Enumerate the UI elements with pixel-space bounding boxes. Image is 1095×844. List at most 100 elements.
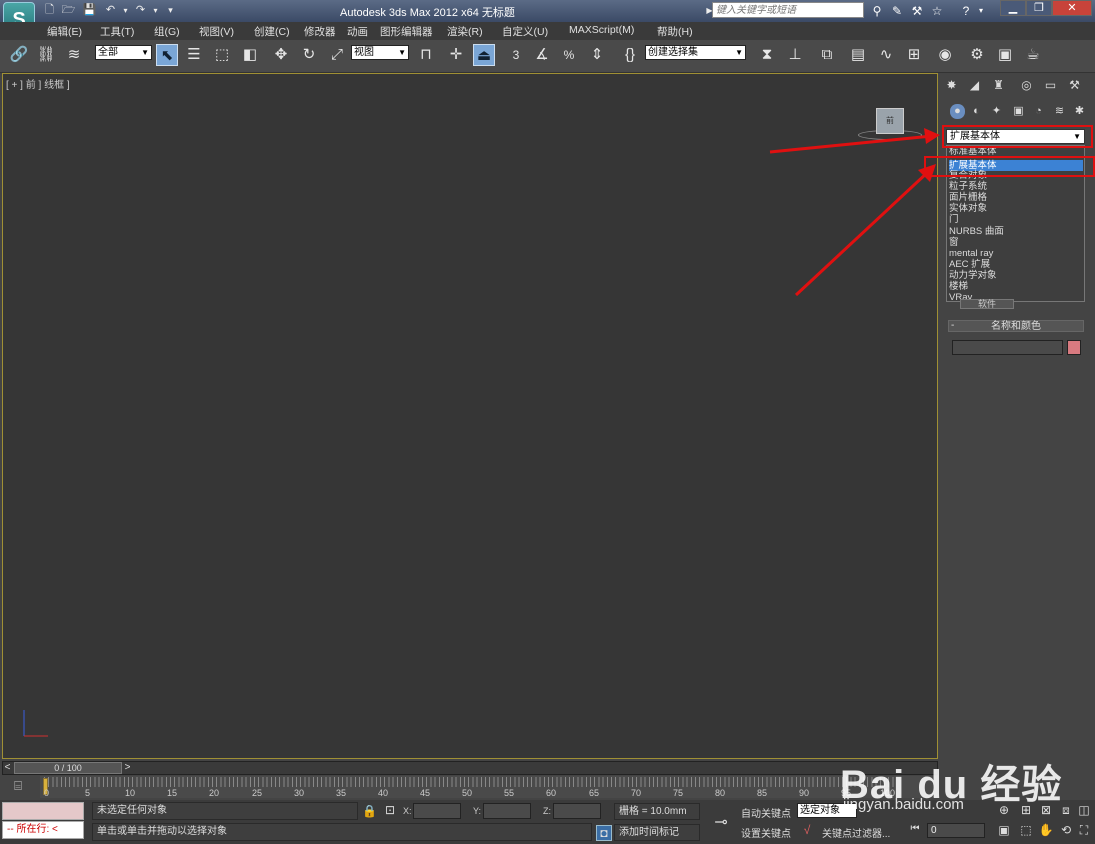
subscription-icon[interactable]: ⚒ [909, 3, 925, 19]
current-frame-input[interactable]: 0 [927, 823, 985, 838]
time-slider-thumb[interactable]: 0 / 100 [14, 762, 122, 774]
help-dropdown-icon[interactable]: ▾ [973, 3, 989, 19]
hierarchy-tab-icon[interactable]: ♜ [990, 77, 1007, 94]
menu-animation[interactable]: 动画 [347, 24, 368, 39]
open-file-icon[interactable]: 🗁 [61, 3, 76, 18]
absolute-mode-icon[interactable]: ⊡ [383, 803, 397, 817]
time-slider[interactable] [2, 761, 938, 775]
align-icon[interactable]: ⊥ [784, 44, 806, 66]
undo-dropdown-icon[interactable]: ▾ [118, 3, 133, 18]
modify-tab-icon[interactable]: ◢ [966, 77, 983, 94]
space-warps-icon[interactable]: ≋ [1052, 104, 1067, 119]
time-tag-icon[interactable]: ◘ [596, 825, 612, 841]
selection-filter-select[interactable]: 全部 ▼ [95, 45, 152, 60]
z-coordinate-input[interactable] [553, 803, 601, 819]
bind-space-warp-icon[interactable]: ≋ [63, 44, 85, 66]
create-tab-icon[interactable]: ✸ [943, 77, 960, 94]
mirror-icon[interactable]: ⧗ [756, 44, 778, 66]
snaps-toggle-icon[interactable]: 3 [505, 44, 527, 66]
set-key-button[interactable]: 设置关键点 [741, 825, 791, 840]
dropdown-item[interactable]: mental ray [949, 248, 1083, 259]
y-coordinate-input[interactable] [483, 803, 531, 819]
dropdown-item[interactable]: NURBS 曲面 [949, 226, 1083, 237]
maximize-viewport-icon[interactable]: ⛶ [1076, 823, 1092, 838]
geometry-icon[interactable]: ● [950, 104, 965, 119]
close-icon[interactable]: ✕ [1052, 0, 1092, 16]
display-tab-icon[interactable]: ▭ [1042, 77, 1059, 94]
angle-snap-icon[interactable]: ∡ [531, 44, 553, 66]
dropdown-item[interactable]: 面片栅格 [949, 192, 1083, 203]
edit-named-selection-icon[interactable]: {} [619, 44, 641, 66]
systems-icon[interactable]: ✱ [1072, 104, 1087, 119]
redo-icon[interactable]: ↷ [133, 3, 148, 18]
minimize-icon[interactable]: ▁ [1000, 0, 1026, 16]
time-slider-next-icon[interactable]: > [123, 762, 132, 774]
select-and-move-icon[interactable]: ✥ [270, 44, 292, 66]
curve-editor-icon[interactable]: ∿ [875, 44, 897, 66]
go-to-start-icon[interactable]: ⏮ [907, 823, 923, 834]
dropdown-item[interactable]: 门 [949, 214, 1083, 225]
favorites-icon[interactable]: ☆ [929, 3, 945, 19]
menu-help[interactable]: 帮助(H) [657, 24, 693, 39]
percent-snap-icon[interactable]: % [558, 44, 580, 66]
dropdown-item[interactable]: AEC 扩展 [949, 259, 1083, 270]
add-time-tag-button[interactable]: 添加时间标记 [614, 824, 700, 841]
select-and-manipulate-icon[interactable]: ✛ [445, 44, 467, 66]
menu-maxscript[interactable]: MAXScript(M) [569, 24, 634, 36]
material-editor-icon[interactable]: ◉ [934, 44, 956, 66]
communication-center-icon[interactable]: ✎ [889, 3, 905, 19]
select-and-rotate-icon[interactable]: ↻ [298, 44, 320, 66]
menu-group[interactable]: 组(G) [154, 24, 180, 39]
obscured-object-type-button[interactable]: 软件 [960, 299, 1014, 309]
quick-access-menu-icon[interactable]: ▾ [163, 3, 178, 18]
dropdown-item[interactable]: 动力学对象 [949, 270, 1083, 281]
viewport-label[interactable]: [ + ] 前 ] 线框 ] [6, 76, 70, 91]
select-object-icon[interactable]: ⬉ [156, 44, 178, 66]
menu-create[interactable]: 创建(C) [254, 24, 290, 39]
helpers-icon[interactable]: ◔ [1031, 104, 1046, 119]
zoom-region-icon[interactable]: ⬚ [1018, 823, 1034, 837]
graphite-modeling-icon[interactable]: ▤ [847, 44, 869, 66]
menu-edit[interactable]: 编辑(E) [47, 24, 82, 39]
select-and-link-icon[interactable]: 🔗 [8, 44, 30, 66]
collapse-icon[interactable]: - [951, 320, 954, 331]
schematic-view-icon[interactable]: ⊞ [903, 44, 925, 66]
binoculars-icon[interactable]: ⚲ [869, 3, 885, 19]
redo-dropdown-icon[interactable]: ▾ [148, 3, 163, 18]
undo-icon[interactable]: ↶ [103, 3, 118, 18]
rendered-frame-window-icon[interactable]: ▣ [994, 44, 1016, 66]
x-coordinate-input[interactable] [413, 803, 461, 819]
dropdown-item[interactable]: 实体对象 [949, 203, 1083, 214]
menu-rendering[interactable]: 渲染(R) [447, 24, 483, 39]
menu-tools[interactable]: 工具(T) [100, 24, 134, 39]
dropdown-item[interactable]: 楼梯 [949, 281, 1083, 292]
pivot-center-icon[interactable]: ⊓ [415, 44, 437, 66]
object-color-swatch[interactable] [1067, 340, 1081, 355]
help-search-input[interactable]: 键入关键字或短语 [712, 2, 864, 18]
spinner-snap-icon[interactable]: ⇕ [586, 44, 608, 66]
named-selection-set-select[interactable]: 创建选择集 ▼ [645, 45, 746, 60]
reference-coordinate-select[interactable]: 视图 ▼ [351, 45, 409, 60]
key-filters-button[interactable]: 关键点过滤器... [822, 825, 890, 840]
object-name-input[interactable] [952, 340, 1063, 355]
utilities-tab-icon[interactable]: ⚒ [1066, 77, 1083, 94]
render-setup-icon[interactable]: ⚙ [966, 44, 988, 66]
menu-views[interactable]: 视图(V) [199, 24, 234, 39]
maxscript-mini-listener[interactable] [2, 802, 84, 820]
keyboard-shortcut-override-icon[interactable]: ⏏ [473, 44, 495, 66]
menu-graph-editors[interactable]: 图形编辑器 [380, 24, 433, 39]
new-file-icon[interactable]: 🗋 [42, 3, 57, 18]
unlink-icon[interactable]: ⛓ [35, 44, 57, 66]
lights-icon[interactable]: ✦ [989, 104, 1004, 119]
orbit-icon[interactable]: ⟲ [1058, 823, 1074, 837]
select-and-scale-icon[interactable]: ⤢ [326, 44, 348, 66]
selection-lock-icon[interactable]: 🔒 [362, 804, 377, 818]
help-icon[interactable]: ? [958, 3, 974, 19]
rectangular-selection-icon[interactable]: ⬚ [211, 44, 233, 66]
set-key-icon[interactable]: ⊸ [706, 812, 736, 832]
name-and-color-rollout-header[interactable]: 名称和颜色 [948, 320, 1084, 332]
shapes-icon[interactable]: ◐ [969, 104, 984, 119]
select-by-name-icon[interactable]: ☰ [183, 44, 205, 66]
mini-curve-editor-icon[interactable]: ⌸ [8, 778, 28, 796]
render-production-icon[interactable]: ☕ [1022, 44, 1044, 66]
